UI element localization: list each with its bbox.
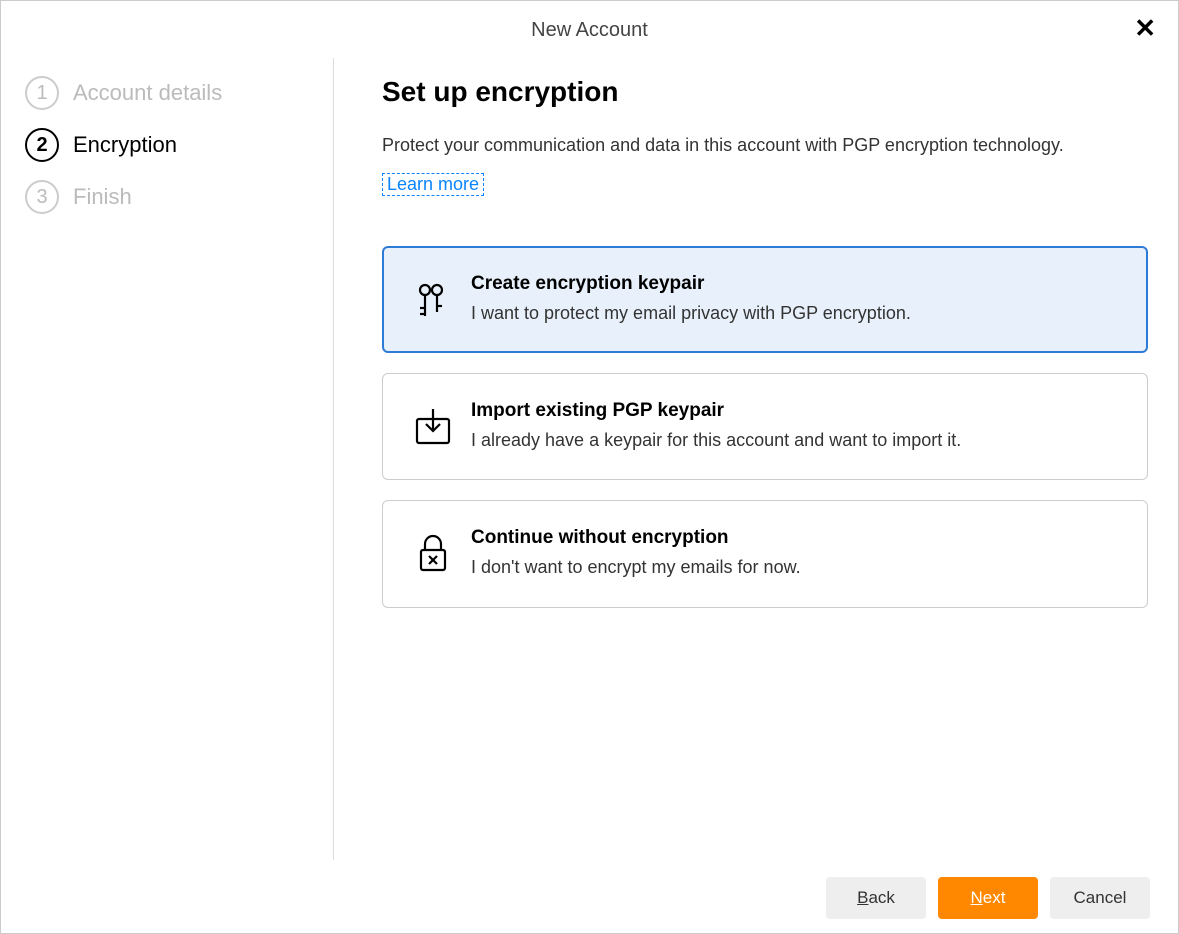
- step-finish[interactable]: 3 Finish: [25, 180, 309, 214]
- next-label-rest: ext: [983, 888, 1006, 907]
- step-label: Account details: [73, 80, 222, 106]
- close-button[interactable]: ✕: [1134, 15, 1156, 41]
- back-label-rest: ack: [868, 888, 894, 907]
- keypair-icon: [411, 278, 471, 322]
- option-description: I already have a keypair for this accoun…: [471, 428, 1119, 453]
- option-title: Continue without encryption: [471, 527, 1119, 549]
- dialog-footer: Back Next Cancel: [1, 863, 1178, 933]
- step-encryption[interactable]: 2 Encryption: [25, 128, 309, 162]
- wizard-steps-sidebar: 1 Account details 2 Encryption 3 Finish: [1, 58, 334, 860]
- cancel-button[interactable]: Cancel: [1050, 877, 1150, 919]
- step-number: 1: [25, 76, 59, 110]
- step-label: Encryption: [73, 132, 177, 158]
- encryption-options: Create encryption keypair I want to prot…: [382, 246, 1148, 608]
- page-title: Set up encryption: [382, 76, 1148, 108]
- learn-more-link[interactable]: Learn more: [382, 173, 484, 196]
- option-import-keypair[interactable]: Import existing PGP keypair I already ha…: [382, 373, 1148, 480]
- next-button[interactable]: Next: [938, 877, 1038, 919]
- option-no-encryption[interactable]: Continue without encryption I don't want…: [382, 500, 1148, 607]
- option-title: Import existing PGP keypair: [471, 400, 1119, 422]
- option-create-keypair[interactable]: Create encryption keypair I want to prot…: [382, 246, 1148, 353]
- option-description: I don't want to encrypt my emails for no…: [471, 555, 1119, 580]
- step-number: 3: [25, 180, 59, 214]
- page-subtitle: Protect your communication and data in t…: [382, 132, 1148, 159]
- main-content: Set up encryption Protect your communica…: [334, 58, 1178, 860]
- dialog-header: New Account ✕: [1, 1, 1178, 58]
- close-icon: ✕: [1134, 13, 1156, 43]
- dialog-title: New Account: [531, 19, 648, 41]
- option-description: I want to protect my email privacy with …: [471, 301, 1119, 326]
- import-icon: [411, 405, 471, 449]
- option-title: Create encryption keypair: [471, 273, 1119, 295]
- step-label: Finish: [73, 184, 132, 210]
- lock-x-icon: [411, 532, 471, 576]
- step-account-details[interactable]: 1 Account details: [25, 76, 309, 110]
- step-number: 2: [25, 128, 59, 162]
- back-button[interactable]: Back: [826, 877, 926, 919]
